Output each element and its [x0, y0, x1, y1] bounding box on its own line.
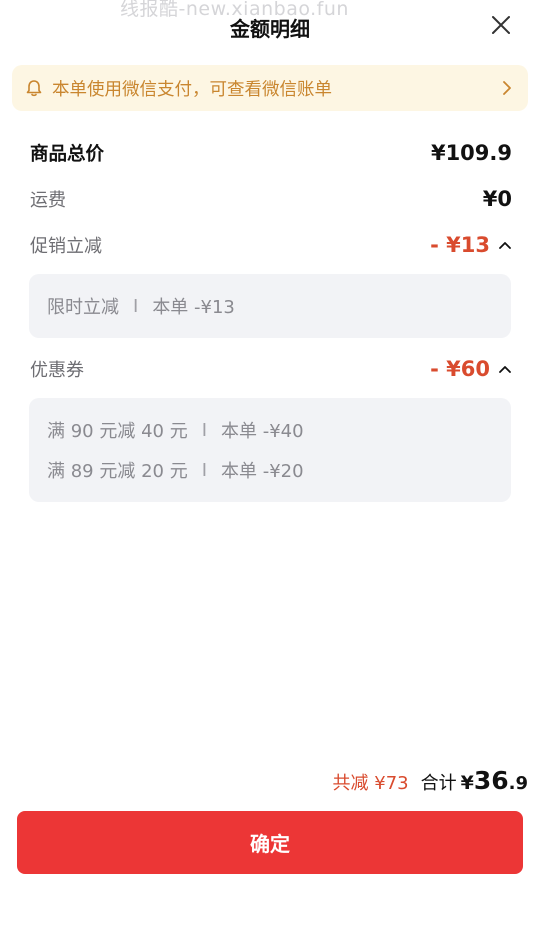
page-title: 金额明细: [230, 17, 310, 41]
total-decimal: .9: [508, 773, 528, 794]
promotion-label: 促销立减: [30, 236, 102, 257]
coupon-detail-line: 满 90 元减 40 元 I 本单 -¥40: [47, 410, 493, 450]
coupon-row: 优惠券 - ¥60: [30, 356, 512, 382]
promotion-value: - ¥13: [430, 233, 490, 257]
promotion-detail-line: 限时立减 I 本单 -¥13: [47, 286, 493, 326]
total-amount: ¥36.9: [461, 766, 528, 795]
separator: I: [133, 295, 139, 317]
coupon-detail-amount: 本单 -¥20: [221, 461, 304, 482]
total-label: 合计: [420, 773, 457, 794]
shipping-row: 运费 ¥0: [30, 186, 512, 212]
coupon-detail-name: 满 89 元减 20 元: [47, 461, 188, 482]
coupon-toggle[interactable]: - ¥60: [430, 357, 512, 381]
separator: I: [201, 459, 208, 481]
shipping-label: 运费: [30, 190, 66, 211]
shipping-value: ¥0: [482, 187, 512, 211]
total-currency: ¥: [460, 772, 474, 794]
close-icon[interactable]: [488, 12, 514, 38]
promotion-detail-name: 限时立减: [47, 297, 119, 318]
price-summary: 共减 ¥73 合计 ¥36.9: [333, 766, 528, 795]
wechat-bill-notice[interactable]: 本单使用微信支付，可查看微信账单: [12, 65, 528, 111]
coupon-detail-box: 满 90 元减 40 元 I 本单 -¥40 满 89 元减 20 元 I 本单…: [29, 398, 511, 502]
promotion-detail-box: 限时立减 I 本单 -¥13: [29, 274, 511, 338]
promotion-row: 促销立减 - ¥13: [30, 232, 512, 258]
notice-text: 本单使用微信支付，可查看微信账单: [52, 79, 332, 100]
chevron-up-icon: [499, 242, 511, 249]
coupon-label: 优惠券: [30, 360, 84, 381]
promotion-toggle[interactable]: - ¥13: [430, 233, 512, 257]
promotion-detail-amount: 本单 -¥13: [152, 297, 235, 318]
total-saved: 共减 ¥73: [332, 773, 409, 794]
bell-icon: [26, 80, 42, 97]
chevron-up-icon: [499, 366, 511, 373]
total-integer: 36: [473, 766, 509, 795]
chevron-right-icon: [503, 81, 511, 95]
confirm-button[interactable]: 确定: [17, 811, 523, 874]
goods-total-value: ¥109.9: [430, 141, 512, 165]
goods-total-row: 商品总价 ¥109.9: [30, 140, 512, 166]
coupon-detail-name: 满 90 元减 40 元: [47, 421, 188, 442]
separator: I: [201, 419, 208, 441]
coupon-value: - ¥60: [430, 357, 490, 381]
coupon-detail-line: 满 89 元减 20 元 I 本单 -¥20: [47, 450, 493, 490]
coupon-detail-amount: 本单 -¥40: [221, 421, 304, 442]
goods-total-label: 商品总价: [30, 144, 105, 165]
